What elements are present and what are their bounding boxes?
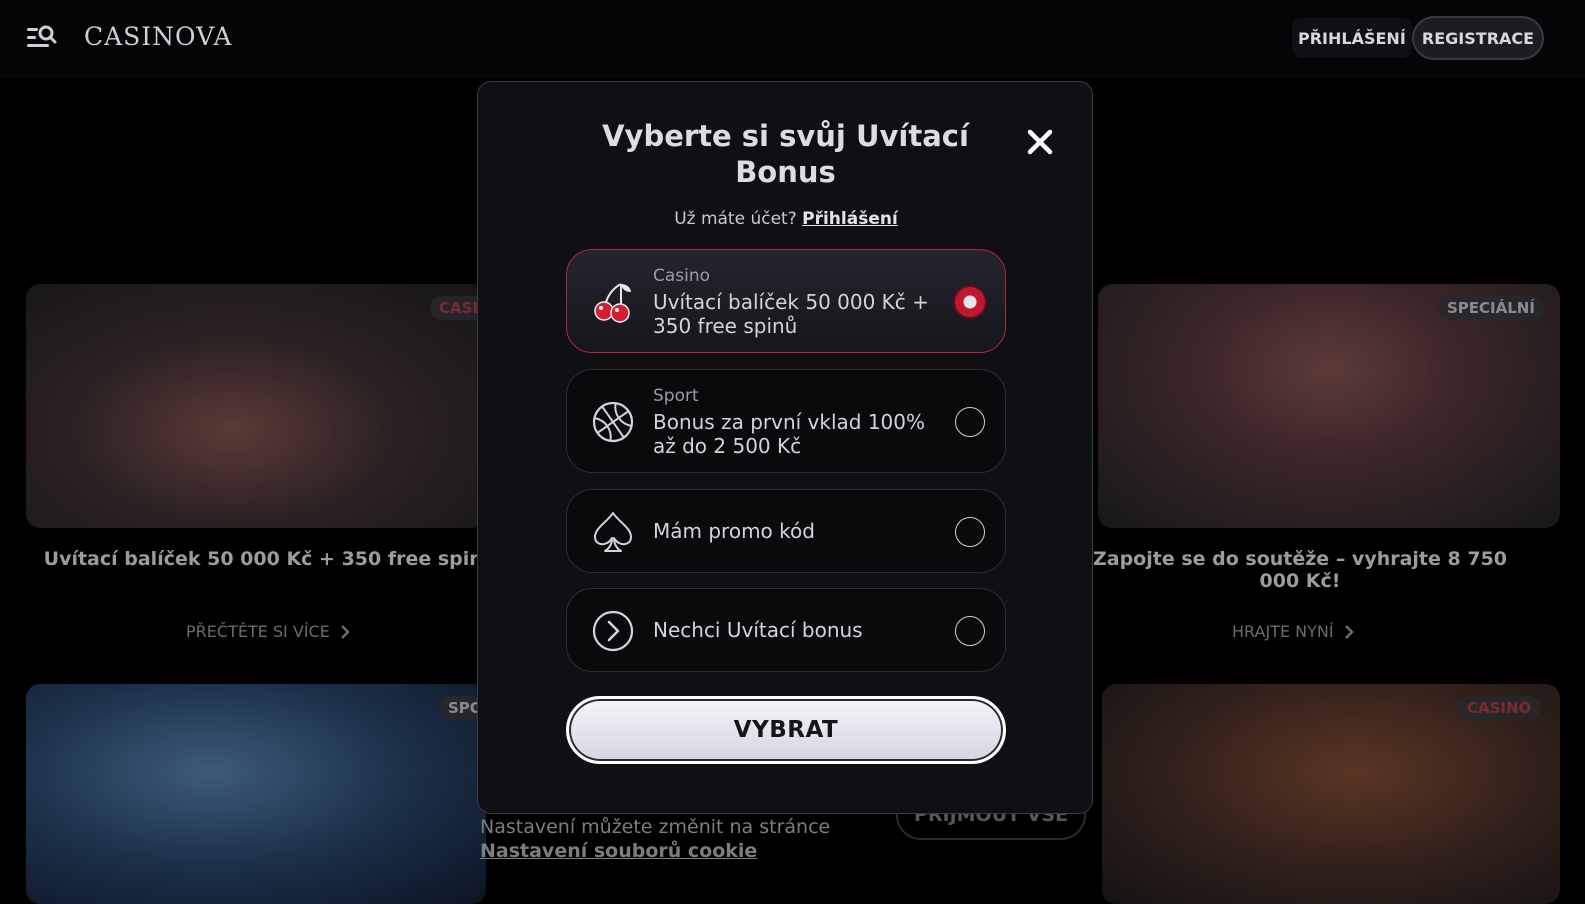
- spade-icon: [591, 510, 635, 554]
- option-label: Uvítací balíček 50 000 Kč + 350 free spi…: [653, 290, 929, 338]
- welcome-bonus-modal: Vyberte si svůj Uvítací Bonus Už máte úč…: [477, 81, 1093, 814]
- arrow-circle-icon: [591, 609, 635, 653]
- card-link[interactable]: HRAJTE NYNÍ: [1232, 622, 1354, 641]
- account-question: Už máte účet?: [674, 209, 797, 229]
- close-icon: [1027, 129, 1053, 155]
- chevron-right-icon: [340, 624, 350, 639]
- option-radio[interactable]: [955, 287, 985, 317]
- option-radio[interactable]: [955, 517, 985, 547]
- register-button[interactable]: REGISTRACE: [1412, 16, 1544, 60]
- logo[interactable]: CASINOVA: [84, 22, 233, 51]
- cookie-banner-text: Nastavení můžete změnit na stránce Nasta…: [480, 815, 830, 863]
- option-radio[interactable]: [955, 616, 985, 646]
- card-link[interactable]: PŘEČTĚTE SI VÍCE: [186, 622, 350, 641]
- login-link[interactable]: Přihlášení: [802, 209, 898, 229]
- card-tag: CASINO: [1458, 696, 1541, 720]
- modal-title: Vyberte si svůj Uvítací Bonus: [602, 119, 969, 189]
- chevron-right-icon: [1344, 624, 1354, 639]
- cherry-icon: [591, 280, 635, 324]
- account-line: Už máte účet? Přihlášení: [478, 209, 1094, 229]
- card-link-label: HRAJTE NYNÍ: [1232, 622, 1334, 641]
- promo-card-image[interactable]: [26, 684, 486, 904]
- bonus-option-casino[interactable]: Casino Uvítací balíček 50 000 Kč + 350 f…: [566, 249, 1006, 353]
- login-button[interactable]: PŘIHLÁŠENÍ: [1292, 18, 1412, 58]
- card-title: Zapojte se do soutěže – vyhrajte 8 750 0…: [1092, 548, 1508, 592]
- option-category: Casino: [653, 266, 711, 286]
- close-button[interactable]: [1020, 122, 1060, 162]
- promo-card-image[interactable]: [1098, 284, 1560, 528]
- promo-card-image[interactable]: [26, 284, 486, 528]
- bonus-option-no-bonus[interactable]: Nechci Uvítací bonus: [566, 588, 1006, 672]
- option-radio[interactable]: [955, 407, 985, 437]
- option-label: Nechci Uvítací bonus: [653, 618, 863, 642]
- select-button[interactable]: VYBRAT: [566, 696, 1006, 764]
- basketball-icon: [591, 400, 635, 444]
- card-tag: SPECIÁLNÍ: [1438, 296, 1544, 320]
- bonus-option-promo-code[interactable]: Mám promo kód: [566, 489, 1006, 573]
- site-header: CASINOVA PŘIHLÁŠENÍ REGISTRACE: [0, 0, 1585, 78]
- menu-search-icon[interactable]: [27, 25, 57, 51]
- option-label: Mám promo kód: [653, 519, 815, 543]
- bonus-option-sport[interactable]: Sport Bonus za první vklad 100% až do 2 …: [566, 369, 1006, 473]
- cookie-text: Nastavení můžete změnit na stránce: [480, 816, 831, 838]
- card-title: Uvítací balíček 50 000 Kč + 350 free spi…: [43, 548, 497, 570]
- option-label: Bonus za první vklad 100% až do 2 500 Kč: [653, 410, 926, 458]
- option-category: Sport: [653, 386, 699, 406]
- cookie-settings-link[interactable]: Nastavení souborů cookie: [480, 839, 830, 863]
- card-link-label: PŘEČTĚTE SI VÍCE: [186, 622, 330, 641]
